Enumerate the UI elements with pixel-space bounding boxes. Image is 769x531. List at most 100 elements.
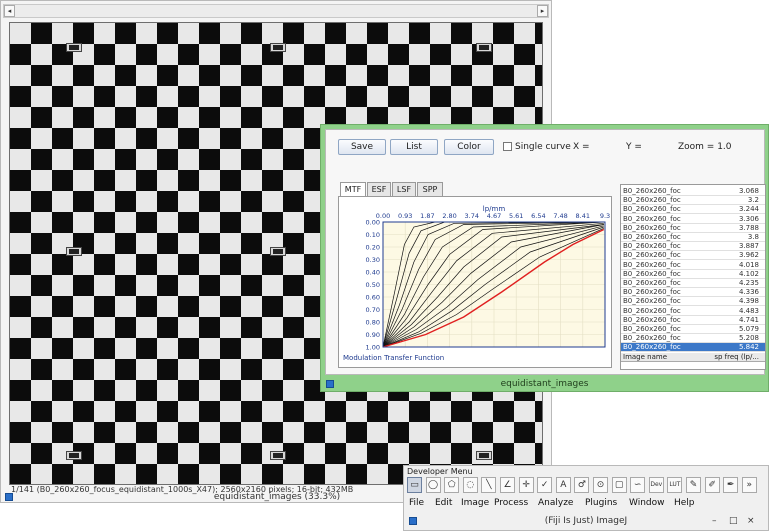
menu-analyze[interactable]: Analyze	[538, 497, 573, 509]
slider-right-arrow-icon[interactable]: ▸	[537, 5, 548, 17]
table-row[interactable]: B0_260x260_foc 4.235	[621, 279, 765, 288]
y-tick-label: 0.00	[366, 219, 380, 227]
menu-bar: File Edit Image Process Analyze Plugins Window…	[409, 497, 769, 509]
x-readout: X =	[573, 142, 590, 152]
line-tool-icon[interactable]: ╲	[481, 477, 497, 493]
table-row[interactable]: B0_260x260_foc 3.788	[621, 223, 765, 233]
table-row[interactable]: B0_260x260_foc 3.962	[621, 251, 765, 261]
oval-tool-icon[interactable]: ◯	[425, 477, 441, 493]
menu-process[interactable]: Process	[494, 497, 528, 509]
table-cell-name: B0_260x260_foc	[623, 223, 681, 232]
save-button[interactable]: Save	[338, 139, 386, 155]
menu-help[interactable]: Help	[674, 497, 695, 509]
rectangle-tool-icon[interactable]: ▭	[407, 477, 422, 493]
table-cell-name: B0_260x260_foc	[623, 187, 681, 195]
pencil-icon[interactable]: ✎	[686, 477, 701, 493]
developer-menu-label[interactable]: Developer Menu	[407, 466, 473, 477]
table-row[interactable]: B0_260x260_foc 3.2	[621, 196, 765, 206]
fiducial-marker	[270, 43, 286, 52]
y-axis-title: Modulation Transfer Function	[343, 354, 444, 362]
y-tick-label: 0.60	[366, 294, 380, 302]
slider-left-arrow-icon[interactable]: ◂	[4, 5, 15, 17]
hand-tool-icon[interactable]: ⊙	[593, 477, 608, 493]
wand-tool-icon[interactable]: ✓	[537, 477, 553, 493]
table-row[interactable]: B0_260x260_foc 4.741	[621, 315, 765, 325]
toolbar: ▭ ◯ ⬠ ◌ ╲ ∠ ✛ ✓ A ♂ ⊙ ▢ ∽ Dev LUT ✎ ✐ ✒»	[407, 477, 767, 495]
text-tool-icon[interactable]: A	[555, 477, 571, 493]
single-curve-checkbox[interactable]	[503, 142, 512, 151]
y-readout: Y =	[626, 142, 642, 152]
table-row[interactable]: B0_260x260_foc 5.079	[621, 325, 765, 334]
brush-icon[interactable]: ✐	[704, 477, 720, 493]
table-row[interactable]: B0_260x260_foc 4.483	[621, 307, 765, 316]
table-cell-value: 3.788	[738, 223, 759, 232]
table-cell-name: B0_260x260_foc	[623, 297, 681, 306]
table-cell-value: sp freq (lp/...	[714, 352, 759, 361]
table-cell-value: 4.018	[738, 260, 759, 269]
plot-window-title-bar[interactable]: equidistant_images	[321, 377, 768, 391]
table-cell-value: 3.887	[738, 242, 759, 251]
table-cell-name: B0_260x260_foc	[623, 288, 681, 297]
tab-lsf[interactable]: LSF	[392, 182, 416, 196]
table-row[interactable]: B0_260x260_foc 4.398	[621, 297, 765, 307]
fiji-main-window: Developer Menu ▭ ◯ ⬠ ◌ ╲ ∠ ✛ ✓ A ♂ ⊙ ▢ ∽ Dev LUT ✎ ✐ ✒» F…	[403, 465, 769, 531]
table-cell-value: 4.102	[738, 269, 759, 278]
tab-mtf[interactable]: MTF	[340, 182, 366, 197]
menu-file[interactable]: File	[409, 497, 424, 509]
table-row[interactable]: B0_260x260_foc 3.068	[621, 187, 765, 196]
table-row[interactable]: B0_260x260_foc 4.018	[621, 260, 765, 270]
flood-fill-icon[interactable]: ✒	[723, 477, 739, 493]
table-row[interactable]: B0_260x260_foc 4.336	[621, 288, 765, 298]
table-cell-value: 5.842	[738, 343, 759, 352]
table-row[interactable]: B0_260x260_foc 4.102	[621, 269, 765, 279]
table-cell-value: 5.079	[738, 325, 759, 333]
tab-esf[interactable]: ESF	[367, 182, 391, 196]
angle-tool-icon[interactable]: ∠	[500, 477, 515, 493]
more-tools-icon[interactable]: »	[741, 477, 757, 493]
close-icon[interactable]: ×	[747, 515, 755, 527]
developer-icon[interactable]: Dev	[648, 477, 664, 493]
table-cell-value: 3.068	[738, 187, 759, 195]
table-row[interactable]: B0_260x260_foc 5.842	[621, 343, 765, 353]
zoom-readout: Zoom = 1.0	[678, 142, 732, 152]
zoom-tool-icon[interactable]: ♂	[574, 477, 590, 493]
single-curve-label: Single curve	[515, 142, 571, 152]
table-cell-value: 4.336	[738, 288, 759, 297]
list-button[interactable]: List	[390, 139, 438, 155]
lut-icon[interactable]: LUT	[667, 477, 683, 493]
point-tool-icon[interactable]: ✛	[518, 477, 534, 493]
table-cell-value: 3.8	[747, 233, 759, 241]
table-row[interactable]: B0_260x260_foc 3.244	[621, 205, 765, 215]
menu-window[interactable]: Window	[629, 497, 665, 509]
table-row[interactable]: B0_260x260_foc 3.8	[621, 233, 765, 242]
fiducial-marker	[66, 451, 82, 460]
table-cell-value: 3.2	[747, 196, 759, 205]
menu-plugins[interactable]: Plugins	[585, 497, 617, 509]
table-row[interactable]: B0_260x260_foc 5.208	[621, 334, 765, 344]
color-button[interactable]: Color	[444, 139, 494, 155]
table-header[interactable]: Image name sp freq (lp/...	[621, 352, 765, 362]
x-axis-title: lp/mm	[483, 205, 506, 213]
y-tick-labels: 0.00 0.10 0.20 0.30 0.40 0.50 0.60 0.70 0.80 0.90…	[366, 219, 380, 352]
stack-slider[interactable]: ◂ ▸	[3, 4, 549, 18]
fiji-title-bar[interactable]: (Fiji Is Just) ImageJ – □ ×	[404, 513, 768, 530]
table-cell-name: Image name	[623, 352, 667, 361]
table-row[interactable]: B0_260x260_foc 3.887	[621, 242, 765, 252]
maximize-icon[interactable]: □	[729, 515, 738, 527]
tab-spp[interactable]: SPP	[417, 182, 443, 196]
stack-tools-icon[interactable]: ∽	[630, 477, 646, 493]
mtf-plot[interactable]: 0.00 0.93 1.87 2.80 3.74 4.67 5.61 6.54 7.48 8.41…	[338, 196, 612, 368]
results-table[interactable]: B0_260x260_foc 3.068 B0_260x260_foc 3.2 B0_2…	[620, 184, 766, 370]
color-picker-icon[interactable]: ▢	[611, 477, 627, 493]
freehand-tool-icon[interactable]: ◌	[462, 477, 478, 493]
table-row[interactable]: B0_260x260_foc 3.306	[621, 215, 765, 224]
menu-edit[interactable]: Edit	[435, 497, 452, 509]
table-cell-name: B0_260x260_foc	[623, 279, 681, 287]
table-cell-name: B0_260x260_foc	[623, 315, 681, 324]
table-cell-name: B0_260x260_foc	[623, 251, 681, 260]
y-tick-label: 0.90	[366, 331, 380, 339]
menu-image[interactable]: Image	[461, 497, 489, 509]
table-cell-name: B0_260x260_foc	[623, 269, 681, 278]
minimize-icon[interactable]: –	[712, 515, 717, 527]
polygon-tool-icon[interactable]: ⬠	[444, 477, 460, 493]
